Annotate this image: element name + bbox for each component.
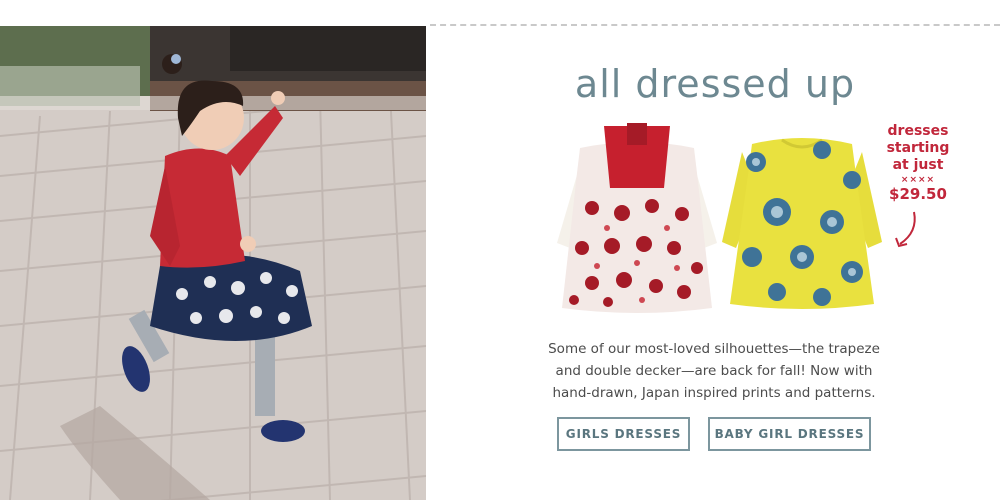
promo-price: $29.50 [889, 185, 947, 203]
description-line-1: Some of our most-loved silhouettes—the t… [548, 341, 880, 357]
headline: all dressed up [574, 62, 856, 106]
price-callout: dresses starting at just ×××× $29.50 [880, 123, 956, 203]
promo-line-3: at just [892, 157, 944, 173]
description-line-2: and double decker—are back for fall! Now… [555, 363, 873, 379]
promo-line-1: dresses [887, 123, 949, 139]
floral-red-dress-image [552, 118, 722, 318]
curved-arrow-down-left-icon [892, 210, 922, 250]
collection-description: Some of our most-loved silhouettes—the t… [528, 338, 900, 404]
top-dashed-divider [430, 24, 1000, 26]
hero-photo [0, 26, 426, 500]
promo-line-2: starting [886, 140, 950, 156]
description-line-3: hand-drawn, Japan inspired prints and pa… [552, 385, 876, 401]
floral-yellow-dress-image [722, 132, 882, 312]
girls-dresses-button[interactable]: GIRLS DRESSES [557, 417, 690, 451]
baby-girl-dresses-button[interactable]: BABY GIRL DRESSES [708, 417, 871, 451]
